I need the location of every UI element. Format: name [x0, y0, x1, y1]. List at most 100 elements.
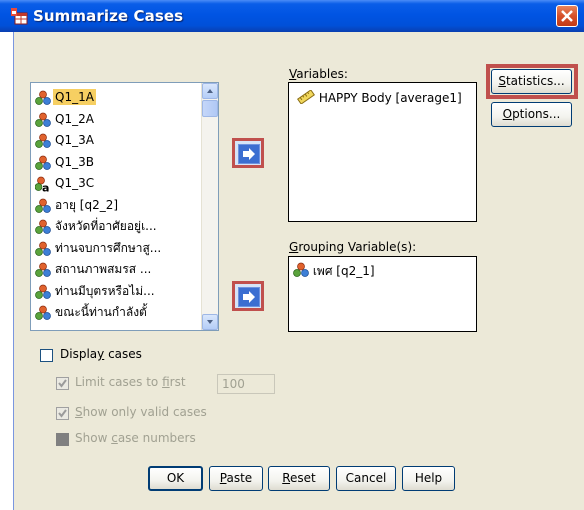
paste-mnemonic: P	[219, 471, 227, 485]
ok-button[interactable]: OK	[148, 466, 203, 491]
source-variable-label: ขณะนี้ท่านกำลังตั้	[55, 305, 147, 319]
move-to-grouping-button[interactable]	[232, 281, 264, 311]
move-to-variables-button[interactable]	[232, 138, 264, 168]
limit-cases-label: Limit cases to first	[75, 375, 186, 389]
options-mnemonic: O	[502, 107, 513, 121]
arrow-down-icon	[207, 320, 213, 324]
variables-label: Variables:	[289, 67, 348, 81]
source-variable-label: ท่านมีบุตรหรือไม่...	[55, 283, 155, 298]
variables-label-text: ariables:	[296, 67, 348, 81]
source-variable-label: อายุ [q2_2]	[55, 197, 119, 212]
nominal-variable-icon	[35, 284, 51, 300]
nominal-variable-icon	[35, 305, 51, 321]
show-case-numbers-checkbox[interactable]	[56, 433, 69, 446]
window-frame	[0, 32, 14, 510]
options-label: ptions...	[512, 107, 561, 121]
source-variable-item[interactable]: Q1_3B	[31, 152, 201, 174]
source-variable-label: สถานภาพสมรส ...	[55, 262, 152, 276]
nominal-variable-icon	[293, 262, 309, 278]
statistics-mnemonic: S	[498, 74, 506, 88]
show-valid-mnemonic: S	[75, 405, 83, 419]
close-icon	[561, 10, 573, 22]
source-variable-item[interactable]: จังหวัดที่อาศัยอยู่เ...	[31, 216, 201, 238]
show-valid-label: Show only valid cases	[75, 405, 207, 419]
title-bar[interactable]: Summarize Cases	[0, 0, 584, 32]
limit-cases-checkbox[interactable]	[56, 377, 69, 390]
nominal-variable-icon	[35, 155, 51, 171]
limit-cases-text-a: Limit cases to	[75, 375, 163, 389]
source-variable-item[interactable]: a Q1_3C	[31, 173, 201, 195]
nominal-variable-icon	[35, 90, 51, 106]
limit-cases-input[interactable]: 100	[217, 374, 275, 394]
statistics-button[interactable]: Statistics...	[491, 69, 572, 94]
source-variable-item[interactable]: ท่านมีบุตรหรือไม่...	[31, 281, 201, 303]
show-numbers-text-b: ase numbers	[117, 431, 196, 445]
scroll-up-button[interactable]	[202, 83, 218, 99]
source-variable-item[interactable]: Q1_1A	[31, 87, 201, 109]
display-cases-text-a: Displa	[60, 347, 98, 361]
scroll-thumb[interactable]	[202, 100, 218, 117]
show-valid-text: how only valid cases	[82, 405, 207, 419]
close-button[interactable]	[556, 5, 578, 27]
options-button[interactable]: Options...	[491, 102, 572, 127]
nominal-variable-icon	[35, 112, 51, 128]
source-variable-label: Q1_3B	[55, 154, 94, 169]
right-arrow-icon	[243, 148, 255, 160]
ruler-scale-icon	[297, 89, 315, 105]
reset-mnemonic: R	[282, 471, 291, 485]
nominal-variable-icon	[35, 219, 51, 235]
show-numbers-mnemonic: c	[111, 431, 118, 445]
right-arrow-icon	[243, 291, 255, 303]
grouping-item-label: เพศ [q2_1]	[312, 264, 375, 278]
cancel-button[interactable]: Cancel	[336, 466, 396, 491]
source-variable-item[interactable]: ท่านจบการศึกษาสู...	[31, 238, 201, 260]
summarize-cases-icon	[11, 8, 28, 25]
nominal-variable-icon	[35, 198, 51, 214]
grouping-item[interactable]: เพศ [q2_1]	[293, 262, 375, 281]
show-valid-checkbox[interactable]	[56, 407, 69, 420]
paste-button[interactable]: Paste	[209, 466, 263, 491]
reset-button[interactable]: Reset	[268, 466, 330, 491]
checkmark-icon	[58, 409, 67, 418]
source-variable-items: Q1_1A Q1_2A Q1_3A Q1_3Ba Q1_3C อายุ [q2_2] จัง…	[31, 87, 201, 324]
window-title: Summarize Cases	[33, 7, 184, 25]
source-variable-label: ท่านจบการศึกษาสู...	[55, 240, 162, 255]
scroll-down-button[interactable]	[202, 314, 218, 330]
paste-label: aste	[226, 471, 253, 485]
limit-cases-mnemonic: f	[162, 375, 170, 389]
source-variable-item[interactable]: อายุ [q2_2]	[31, 195, 201, 217]
variables-item[interactable]: HAPPY Body [average1]	[297, 89, 462, 105]
grouping-label-text: rouping Variable(s):	[298, 240, 417, 254]
source-variable-item[interactable]: ขณะนี้ท่านกำลังตั้	[31, 302, 201, 324]
summarize-cases-dialog: Summarize Cases Q1_1A Q1_2A Q1_3A Q1_3B a Q1_…	[0, 0, 584, 510]
reset-label: eset	[290, 471, 316, 485]
grouping-label-mnemonic: G	[289, 240, 299, 254]
nominal-variable-icon	[35, 133, 51, 149]
arrow-up-icon	[207, 89, 213, 93]
source-variable-label: จังหวัดที่อาศัยอยู่เ...	[55, 219, 157, 233]
svg-text:a: a	[42, 182, 49, 193]
grouping-label: Grouping Variable(s):	[289, 240, 416, 254]
source-variable-item[interactable]: Q1_2A	[31, 109, 201, 131]
list-scrollbar[interactable]	[201, 83, 218, 330]
help-button[interactable]: Help	[402, 466, 455, 491]
nominal-variable-icon	[35, 262, 51, 278]
show-case-numbers-label: Show case numbers	[75, 431, 196, 445]
grouping-target-list[interactable]: เพศ [q2_1]	[288, 256, 477, 332]
variables-target-list[interactable]: HAPPY Body [average1]	[288, 82, 477, 222]
display-cases-checkbox[interactable]	[40, 349, 53, 362]
limit-cases-text-b: irst	[169, 375, 186, 389]
checkmark-icon	[58, 379, 67, 388]
source-variable-item[interactable]: สถานภาพสมรส ...	[31, 259, 201, 281]
nominal-variable-icon	[35, 241, 51, 257]
source-variable-label: Q1_3C	[55, 176, 95, 190]
display-cases-label: Display cases	[60, 347, 142, 361]
variables-item-label: HAPPY Body [average1]	[318, 91, 462, 105]
source-variable-item[interactable]: Q1_3A	[31, 130, 201, 152]
source-variable-label: Q1_3A	[55, 133, 94, 147]
source-variable-label: Q1_1A	[53, 89, 96, 105]
display-cases-text-b: cases	[104, 347, 142, 361]
nominal-string-variable-icon: a	[34, 176, 51, 195]
show-numbers-text-a: Show	[75, 431, 112, 445]
source-variable-list[interactable]: Q1_1A Q1_2A Q1_3A Q1_3Ba Q1_3C อายุ [q2_2] จัง…	[30, 82, 219, 331]
